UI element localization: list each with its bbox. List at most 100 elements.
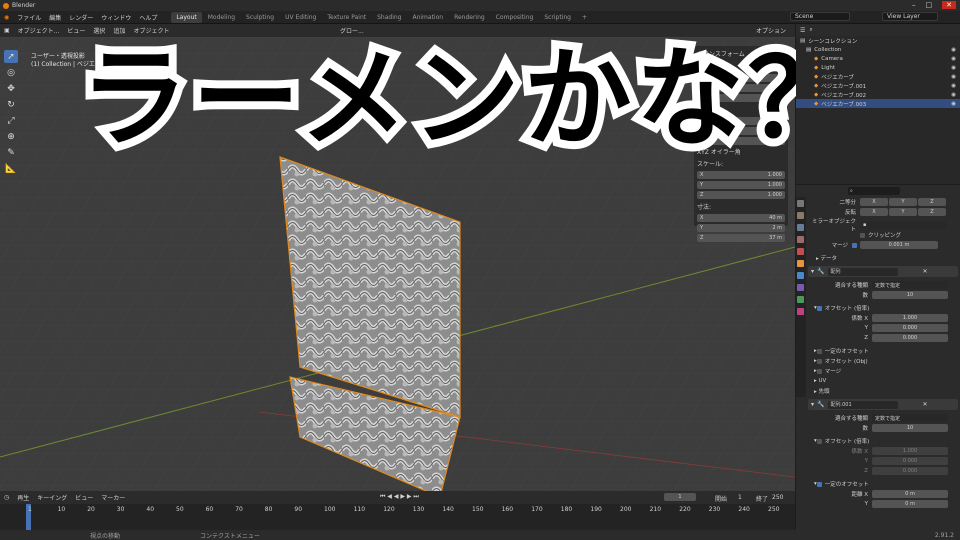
count-field[interactable]: 10 xyxy=(872,291,948,299)
measure-tool-icon[interactable]: 📐 xyxy=(4,162,18,175)
tab-sculpting[interactable]: Sculpting xyxy=(241,12,279,23)
tab-uv-editing[interactable]: UV Editing xyxy=(280,12,321,23)
fit-type-2-select[interactable]: 定数で指定 xyxy=(872,414,948,422)
close-icon[interactable]: ✕ xyxy=(942,1,956,9)
start-frame-field[interactable]: 1 xyxy=(738,494,742,501)
dimension-y-field[interactable]: Y2 m xyxy=(697,223,785,232)
transform-tool-icon[interactable]: ⊕ xyxy=(4,130,18,143)
modifier-close-icon[interactable]: ✕ xyxy=(923,401,928,408)
dimension-x-field[interactable]: X 40 m xyxy=(697,213,785,222)
bisect-y[interactable]: Y xyxy=(889,198,917,206)
cursor-tool-icon[interactable]: ◎ xyxy=(4,66,18,79)
factor-y-field[interactable]: 0.000 xyxy=(872,324,948,332)
factor-2-z-field[interactable]: 0.000 xyxy=(872,467,948,475)
tab-compositing[interactable]: Compositing xyxy=(491,12,539,23)
count-2-field[interactable]: 10 xyxy=(872,424,948,432)
output-tab-icon[interactable] xyxy=(797,224,804,231)
modifier-tab-icon[interactable] xyxy=(797,272,804,279)
factor-2-y-field[interactable]: 0.000 xyxy=(872,457,948,465)
merge-checkbox[interactable] xyxy=(852,242,857,248)
menu-keying[interactable]: キーイング xyxy=(37,493,67,502)
menu-edit[interactable]: 編集 xyxy=(49,13,61,22)
flip-z[interactable]: Z xyxy=(918,208,946,216)
tab-shading[interactable]: Shading xyxy=(372,12,406,23)
array-001-modifier-header[interactable]: ▾ 🔧 配列.001 ✕ xyxy=(808,399,958,410)
menu-window[interactable]: ウィンドウ xyxy=(101,13,131,22)
annotate-tool-icon[interactable]: ✎ xyxy=(4,146,18,159)
menu-render[interactable]: レンダー xyxy=(69,13,93,22)
blender-menu-icon[interactable]: ◉ xyxy=(4,14,9,21)
visibility-eye-icon[interactable]: ◉ xyxy=(951,65,956,71)
visibility-eye-icon[interactable]: ◉ xyxy=(951,92,956,98)
render-tab-icon[interactable] xyxy=(797,212,804,219)
tab-modeling[interactable]: Modeling xyxy=(203,12,240,23)
dimension-z-field[interactable]: Z 37 m xyxy=(697,233,785,242)
tab-layout[interactable]: Layout xyxy=(171,11,202,23)
clipping-checkbox[interactable] xyxy=(860,232,865,238)
scale-y-field[interactable]: Y 1.000 xyxy=(697,180,785,189)
visibility-eye-icon[interactable]: ◉ xyxy=(951,47,956,53)
outliner-item[interactable]: ◆ ベジエカーブ ◉ xyxy=(796,72,960,81)
tab-texture-paint[interactable]: Texture Paint xyxy=(322,12,371,23)
menu-marker[interactable]: マーカー xyxy=(101,493,125,502)
outliner-item[interactable]: ◆ Camera ◉ xyxy=(796,54,960,63)
outliner-item[interactable]: ◆ ベジエカーブ.002 ◉ xyxy=(796,90,960,99)
tool-tab-icon[interactable] xyxy=(797,200,804,207)
caps-subpanel[interactable]: ▸ 先頭 xyxy=(808,387,830,395)
scene-tab-icon[interactable] xyxy=(797,236,804,243)
end-frame-field[interactable]: 250 xyxy=(772,494,783,501)
timeline-track[interactable]: 1 10 20 30 40 50 60 70 80 90 100 110 120 130 140 150 160… xyxy=(0,504,795,530)
constant-offset-checkbox[interactable] xyxy=(816,348,822,354)
factor-z-field[interactable]: 0.000 xyxy=(872,334,948,342)
visibility-eye-icon[interactable]: ◉ xyxy=(951,101,956,107)
playback-controls[interactable]: ⏮ ◀ ◀ ▶ ▶ ⏭ xyxy=(380,493,419,501)
array-modifier-header[interactable]: ▾ 🔧 配列 ✕ xyxy=(808,266,958,277)
scale-tool-icon[interactable]: ⤢ xyxy=(4,114,18,127)
timeline-editor-icon[interactable]: ◷ xyxy=(4,494,9,501)
menu-file[interactable]: ファイル xyxy=(17,13,41,22)
relative-offset-checkbox[interactable] xyxy=(816,305,822,311)
world-tab-icon[interactable] xyxy=(797,248,804,255)
props-search-field[interactable]: ⌕ xyxy=(848,187,900,195)
menu-playback[interactable]: 再生 xyxy=(17,493,29,502)
rotate-tool-icon[interactable]: ↻ xyxy=(4,98,18,111)
mode-selector[interactable]: オブジェクト... xyxy=(18,26,60,35)
relative-offset-2-checkbox[interactable] xyxy=(816,438,822,444)
scene-collection[interactable]: ▤ シーンコレクション xyxy=(796,36,960,45)
minimize-icon[interactable]: – xyxy=(912,1,916,9)
constant-offset-2-checkbox[interactable] xyxy=(816,481,822,487)
object-tab-icon[interactable] xyxy=(797,260,804,267)
scene-selector[interactable]: Scene xyxy=(790,12,850,21)
array-name-field[interactable]: 配列 xyxy=(827,267,898,276)
visibility-eye-icon[interactable]: ◉ xyxy=(951,74,956,80)
factor-2-x-field[interactable]: 1.000 xyxy=(872,447,948,455)
visibility-eye-icon[interactable]: ◉ xyxy=(951,56,956,62)
array-001-name-field[interactable]: 配列.001 xyxy=(827,400,898,409)
outliner-item[interactable]: ◆ Light ◉ xyxy=(796,63,960,72)
flip-y[interactable]: Y xyxy=(889,208,917,216)
outliner-item[interactable]: ◆ ベジエカーブ.001 ◉ xyxy=(796,81,960,90)
menu-help[interactable]: ヘルプ xyxy=(139,13,157,22)
distance-y-field[interactable]: 0 m xyxy=(872,500,948,508)
tab-animation[interactable]: Animation xyxy=(407,12,448,23)
add-workspace-icon[interactable]: + xyxy=(577,12,592,23)
editor-type-icon[interactable]: ▣ xyxy=(4,27,10,34)
visibility-eye-icon[interactable]: ◉ xyxy=(951,83,956,89)
outliner-icon[interactable]: ☰ xyxy=(800,27,805,34)
outliner-search-icon[interactable]: ⌕ xyxy=(809,26,812,34)
outliner-item[interactable]: ▤ Collection ◉ xyxy=(796,45,960,54)
array-merge-checkbox[interactable] xyxy=(816,368,822,374)
outliner-item[interactable]: ◆ ベジエカーブ.003 ◉ xyxy=(796,99,960,108)
uv-subpanel[interactable]: ▸ UV xyxy=(808,378,826,384)
bisect-x[interactable]: X xyxy=(860,198,888,206)
factor-x-field[interactable]: 1.000 xyxy=(872,314,948,322)
scale-z-field[interactable]: Z 1.000 xyxy=(697,190,785,199)
particles-tab-icon[interactable] xyxy=(797,284,804,291)
flip-x[interactable]: X xyxy=(860,208,888,216)
material-tab-icon[interactable] xyxy=(797,308,804,315)
physics-tab-icon[interactable] xyxy=(797,296,804,303)
object-offset-checkbox[interactable] xyxy=(816,358,822,364)
mirror-object-field[interactable]: ▪ xyxy=(860,221,946,229)
tab-rendering[interactable]: Rendering xyxy=(449,12,490,23)
current-frame-field[interactable]: 1 xyxy=(664,493,696,501)
